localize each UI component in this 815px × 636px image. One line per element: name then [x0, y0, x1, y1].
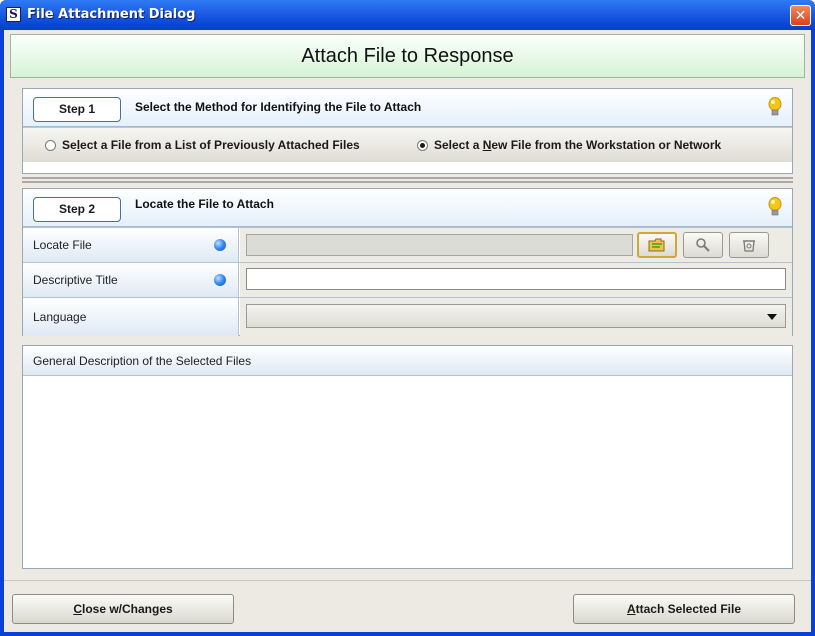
lightbulb-icon[interactable] [768, 97, 782, 117]
dialog-client-area: Attach File to Response Step 1 Select th… [4, 30, 811, 632]
required-field-icon [214, 239, 226, 251]
dialog-window: S File Attachment Dialog ✕ Attach File t… [0, 0, 815, 636]
step2-bar: Step 2 Locate the File to Attach [23, 189, 792, 227]
required-field-icon [214, 274, 226, 286]
app-logo-icon: S [6, 7, 21, 22]
close-with-changes-button[interactable]: Close w/Changes [12, 594, 234, 624]
dialog-footer: Close w/Changes Attach Selected File [4, 580, 811, 632]
locate-file-cell [240, 228, 792, 262]
clear-icon [743, 240, 755, 252]
description-textarea[interactable] [23, 376, 792, 568]
description-section: General Description of the Selected File… [22, 345, 793, 569]
locate-file-input[interactable] [246, 234, 633, 256]
language-label: Language [23, 298, 239, 336]
browse-folder-icon [648, 238, 665, 252]
step2-section: Step 2 Locate the File to Attach Locate … [22, 188, 793, 336]
description-header: General Description of the Selected File… [23, 346, 792, 376]
title-bar[interactable]: S File Attachment Dialog ✕ [0, 0, 815, 30]
step1-title: Select the Method for Identifying the Fi… [135, 100, 422, 114]
chevron-down-icon [767, 314, 777, 320]
clear-file-button[interactable] [729, 232, 769, 258]
close-window-button[interactable]: ✕ [790, 5, 811, 26]
descriptive-title-label: Descriptive Title [23, 263, 239, 297]
language-select[interactable] [246, 304, 786, 328]
radio-label-new: Select a New File from the Workstation o… [434, 138, 722, 152]
locate-file-label: Locate File [23, 228, 239, 262]
search-file-button[interactable] [683, 232, 723, 258]
radio-button-icon [45, 139, 56, 151]
radio-new-file[interactable]: Select a New File from the Workstation o… [417, 138, 721, 152]
language-row: Language [23, 297, 792, 336]
step1-button[interactable]: Step 1 [33, 97, 121, 122]
radio-label-previous: Select a File from a List of Previously … [62, 138, 360, 152]
descriptive-title-cell [240, 263, 792, 297]
window-title: File Attachment Dialog [27, 7, 196, 22]
step1-bar: Step 1 Select the Method for Identifying… [23, 89, 792, 127]
browse-folder-button[interactable] [637, 232, 677, 258]
step1-section: Step 1 Select the Method for Identifying… [22, 88, 793, 174]
search-icon [696, 238, 710, 252]
close-icon: ✕ [794, 7, 807, 23]
step2-title: Locate the File to Attach [135, 197, 274, 211]
section-divider [22, 177, 793, 183]
radio-button-selected-icon [417, 139, 428, 151]
attach-selected-file-button[interactable]: Attach Selected File [573, 594, 795, 624]
radio-previously-attached[interactable]: Select a File from a List of Previously … [45, 138, 360, 152]
locate-file-row: Locate File [23, 227, 792, 262]
dialog-heading: Attach File to Response [10, 34, 805, 78]
method-radio-group: Select a File from a List of Previously … [23, 127, 792, 162]
language-cell [240, 298, 792, 336]
descriptive-title-input[interactable] [246, 268, 786, 290]
step2-button[interactable]: Step 2 [33, 197, 121, 222]
lightbulb-icon[interactable] [768, 197, 782, 217]
descriptive-title-row: Descriptive Title [23, 262, 792, 297]
